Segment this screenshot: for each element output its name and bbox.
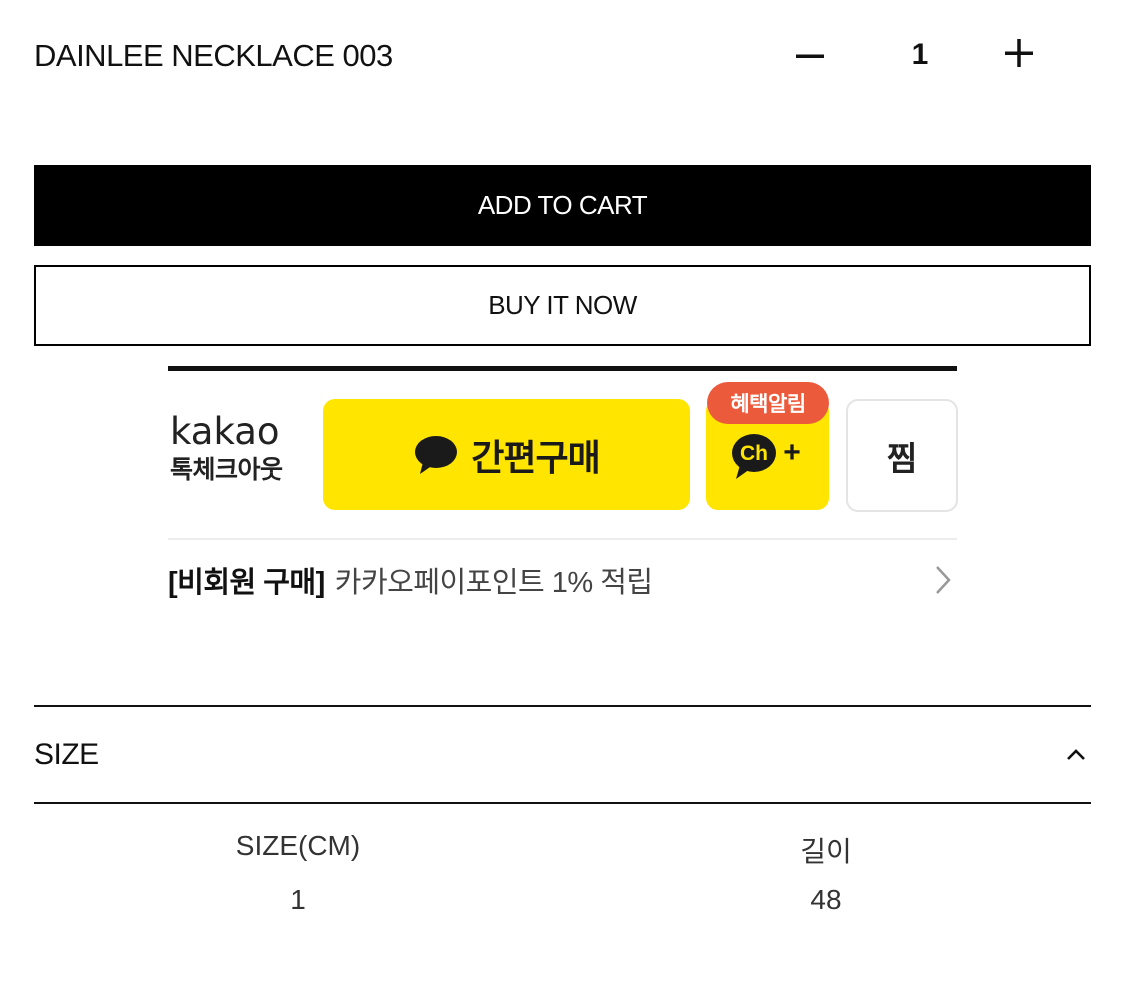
speech-bubble-icon	[415, 435, 458, 474]
size-section-bottom-border	[34, 802, 1091, 804]
size-accordion-header[interactable]: SIZE	[34, 707, 1091, 802]
size-section-title: SIZE	[34, 737, 99, 771]
add-to-cart-button[interactable]: ADD TO CART	[34, 165, 1091, 246]
chevron-right-icon	[933, 564, 953, 596]
size-table-cell: 1	[290, 884, 306, 915]
product-name: DAINLEE NECKLACE 003	[34, 38, 393, 73]
kakao-channel-icon: Ch +	[731, 433, 801, 479]
quantity-decrease-button[interactable]	[790, 36, 830, 76]
wishlist-button[interactable]: 찜	[846, 399, 958, 512]
size-table-header: SIZE(CM)	[235, 830, 361, 861]
kakao-checkout-logo: kakao 톡체크아웃	[170, 410, 283, 486]
size-table-cell: 48	[810, 884, 842, 915]
channel-benefit-badge: 혜택알림	[707, 382, 829, 424]
kakao-section-divider	[168, 366, 957, 371]
minus-icon	[796, 54, 824, 58]
point-description: 카카오페이포인트 1% 적립	[334, 567, 653, 599]
kakao-logo-word: kakao	[170, 410, 280, 453]
quantity-value[interactable]: 1	[900, 38, 940, 72]
size-table-header: 길이	[800, 836, 852, 867]
kakao-logo-subtitle: 톡체크아웃	[170, 456, 283, 484]
svg-text:+: +	[783, 436, 801, 469]
quick-buy-label: 간편구매	[471, 436, 600, 478]
kakao-row-divider	[168, 538, 957, 540]
quantity-increase-button[interactable]	[999, 33, 1039, 73]
kakao-quick-buy-button[interactable]: 간편구매	[323, 399, 690, 510]
point-guest-label: [비회원 구매]	[168, 567, 325, 599]
kakao-point-link[interactable]: [비회원 구매] 카카오페이포인트 1% 적립	[168, 545, 957, 615]
svg-text:Ch: Ch	[740, 442, 768, 465]
buy-now-button[interactable]: BUY IT NOW	[34, 265, 1091, 346]
plus-icon	[1005, 39, 1033, 67]
chevron-up-icon[interactable]	[1065, 748, 1087, 762]
